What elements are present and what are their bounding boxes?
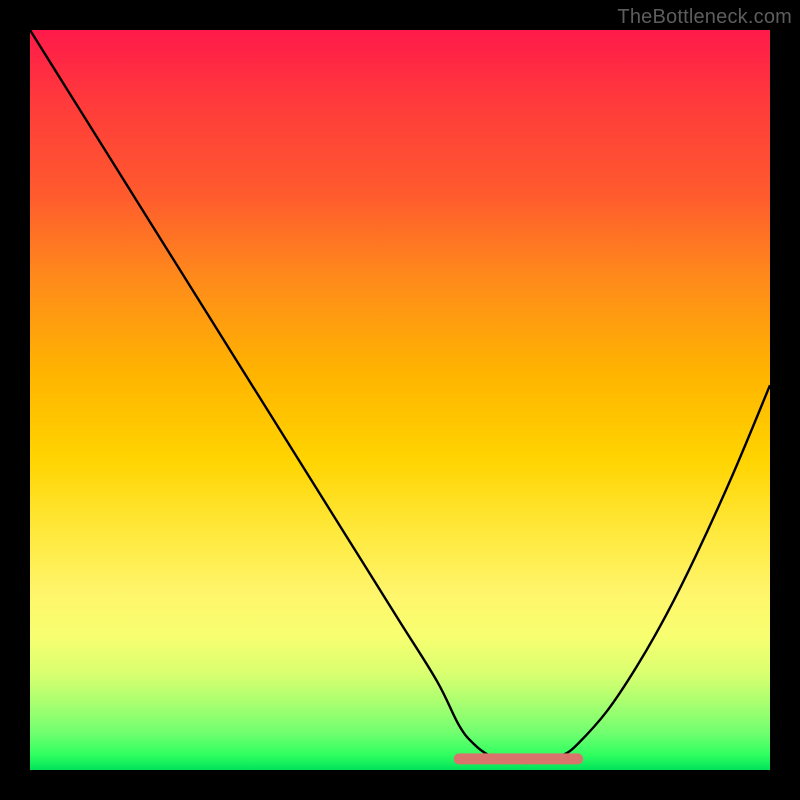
chart-svg xyxy=(30,30,770,770)
plot-area xyxy=(30,30,770,770)
curve-path xyxy=(30,30,770,763)
watermark-text: TheBottleneck.com xyxy=(617,6,792,29)
chart-container: TheBottleneck.com xyxy=(0,0,800,800)
